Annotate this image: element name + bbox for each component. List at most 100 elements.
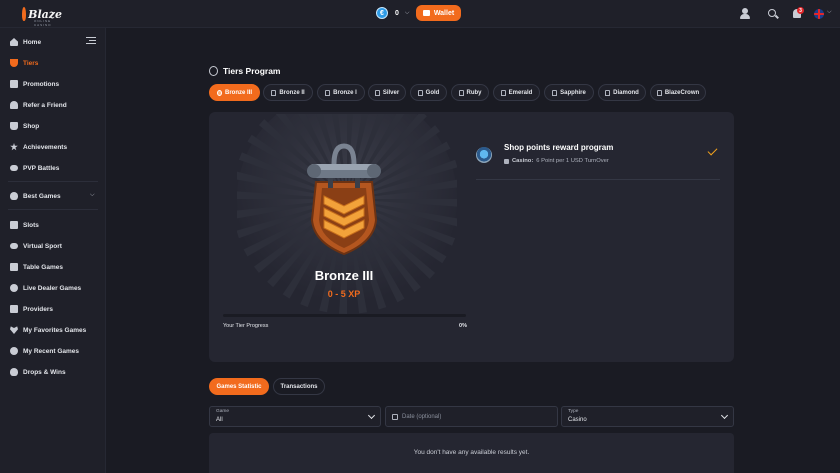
provider-icon [10,305,18,313]
tab-gold[interactable]: Gold [410,84,447,101]
tab-label: Silver [382,89,400,96]
check-icon [707,145,718,156]
home-icon [10,38,18,46]
tab-sapphire[interactable]: Sapphire [544,84,594,101]
game-filter-label: Game [216,409,230,414]
medal-icon [209,66,218,76]
search-icon[interactable] [767,8,779,20]
drop-icon [10,368,18,376]
brand-logo[interactable]: Blaze ONLINE CASINO [22,4,62,27]
tab-emerald[interactable]: Emerald [493,84,540,101]
sidebar-item-favorites[interactable]: My Favorites Games [10,323,100,337]
sidebar-item-tiers[interactable]: Tiers [10,56,100,70]
balance-selector[interactable]: € 0 ⌵ [376,7,409,19]
notification-badge: 3 [797,7,804,14]
chevron-down-icon [720,411,729,420]
sidebar-item-drops-wins[interactable]: Drops & Wins [10,365,100,379]
lock-icon [325,89,331,96]
wallet-icon [422,10,430,16]
tab-label: Sapphire [560,89,586,96]
tier-progress-label: Your Tier Progress [223,323,269,329]
lock-icon [500,89,506,96]
sidebar-item-best-games[interactable]: Best Games [10,189,100,203]
tier-xp-range: 0 - 5 XP [327,289,361,299]
sidebar-item-achievements[interactable]: Achievements [10,140,100,154]
tab-blazecrown[interactable]: BlazeCrown [650,84,706,101]
sidebar-item-recent[interactable]: My Recent Games [10,344,100,358]
lock-icon [271,89,277,96]
tier-name: Bronze III [314,268,374,283]
sidebar-item-label: Slots [23,221,39,229]
language-chevron-icon[interactable]: ⌵ [827,9,832,16]
sidebar-item-virtual-sport[interactable]: Virtual Sport [10,239,100,253]
gamepad-icon [10,165,18,171]
star-icon [10,143,18,151]
lock-icon [374,89,380,96]
people-icon [10,101,18,109]
lock-icon [458,89,464,96]
uk-flag-icon[interactable] [814,9,824,19]
chevron-down-icon [367,411,376,420]
tab-diamond[interactable]: Diamond [598,84,646,101]
user-icon[interactable] [739,8,751,20]
top-bar: Blaze ONLINE CASINO € 0 ⌵ Wallet 3 ⌵ [0,0,840,28]
lock-icon [552,89,558,96]
tier-progress-bar [223,314,466,317]
reward-title: Shop points reward program [504,143,614,152]
sidebar-item-label: Drops & Wins [23,368,66,376]
tab-bronze-ii[interactable]: Bronze II [263,84,313,101]
coin-icon: € [376,7,388,19]
sidebar-item-label: Achievements [23,143,68,151]
game-filter-select[interactable]: Game All [209,406,381,427]
type-filter-select[interactable]: Type Casino [561,406,734,427]
tier-card: Bronze III 0 - 5 XP Your Tier Progress 0… [209,112,734,362]
sidebar-item-promotions[interactable]: Promotions [10,77,100,91]
tab-label: Bronze II [279,89,305,96]
chevron-down-icon: ⌵ [404,9,410,16]
tab-ruby[interactable]: Ruby [451,84,489,101]
sidebar-item-refer[interactable]: Refer a Friend [10,98,100,112]
tab-label: Emerald [508,89,533,96]
reward-rate: 6 Point per 1 USD TurnOver [536,158,609,164]
sidebar-item-label: Refer a Friend [23,101,67,109]
calendar-icon [392,414,398,420]
tab-bronze-iii[interactable]: Bronze III [209,84,260,101]
sidebar-item-shop[interactable]: Shop [10,119,100,133]
lock-icon [417,89,423,96]
tab-transactions[interactable]: Transactions [273,378,325,395]
type-filter-label: Type [568,409,579,414]
sidebar-item-label: My Recent Games [23,347,79,355]
bronze-shield-badge [307,143,381,256]
sidebar-item-label: Virtual Sport [23,242,62,250]
sidebar-item-label: Table Games [23,263,63,271]
chevron-down-icon[interactable]: ⌵ [90,192,95,199]
sidebar-item-label: Shop [23,122,40,130]
tab-label: Gold [425,89,440,96]
date-filter-placeholder: Date (optional) [402,414,442,420]
sidebar-item-label: Tiers [23,59,39,67]
sidebar-item-label: Providers [23,305,53,313]
sidebar-item-live-dealer[interactable]: Live Dealer Games [10,281,100,295]
tab-bronze-i[interactable]: Bronze I [317,84,365,101]
date-filter-input[interactable]: Date (optional) [385,406,558,427]
cards-icon [10,263,18,271]
clock-icon [10,347,18,355]
sidebar-item-slots[interactable]: Slots [10,218,100,232]
sidebar-item-label: Home [23,38,42,46]
page-title-text: Tiers Program [223,66,281,76]
sidebar-item-pvp[interactable]: PVP Battles [10,161,100,175]
gamepad-icon [10,243,18,249]
sidebar-item-label: Best Games [23,192,61,200]
tab-silver[interactable]: Silver [368,84,406,101]
sidebar-divider [8,181,98,182]
lock-icon [605,89,611,96]
cart-icon [10,122,18,130]
sidebar-item-table-games[interactable]: Table Games [10,260,100,274]
wallet-button[interactable]: Wallet [416,5,461,21]
tab-label: Bronze I [333,89,357,96]
sidebar-item-providers[interactable]: Providers [10,302,100,316]
sidebar-item-home[interactable]: Home [10,35,100,49]
sidebar: Home Tiers Promotions Refer a Friend Sho… [0,28,106,473]
shop-points-icon [476,147,492,163]
tab-games-statistic[interactable]: Games Statistic [209,378,269,395]
